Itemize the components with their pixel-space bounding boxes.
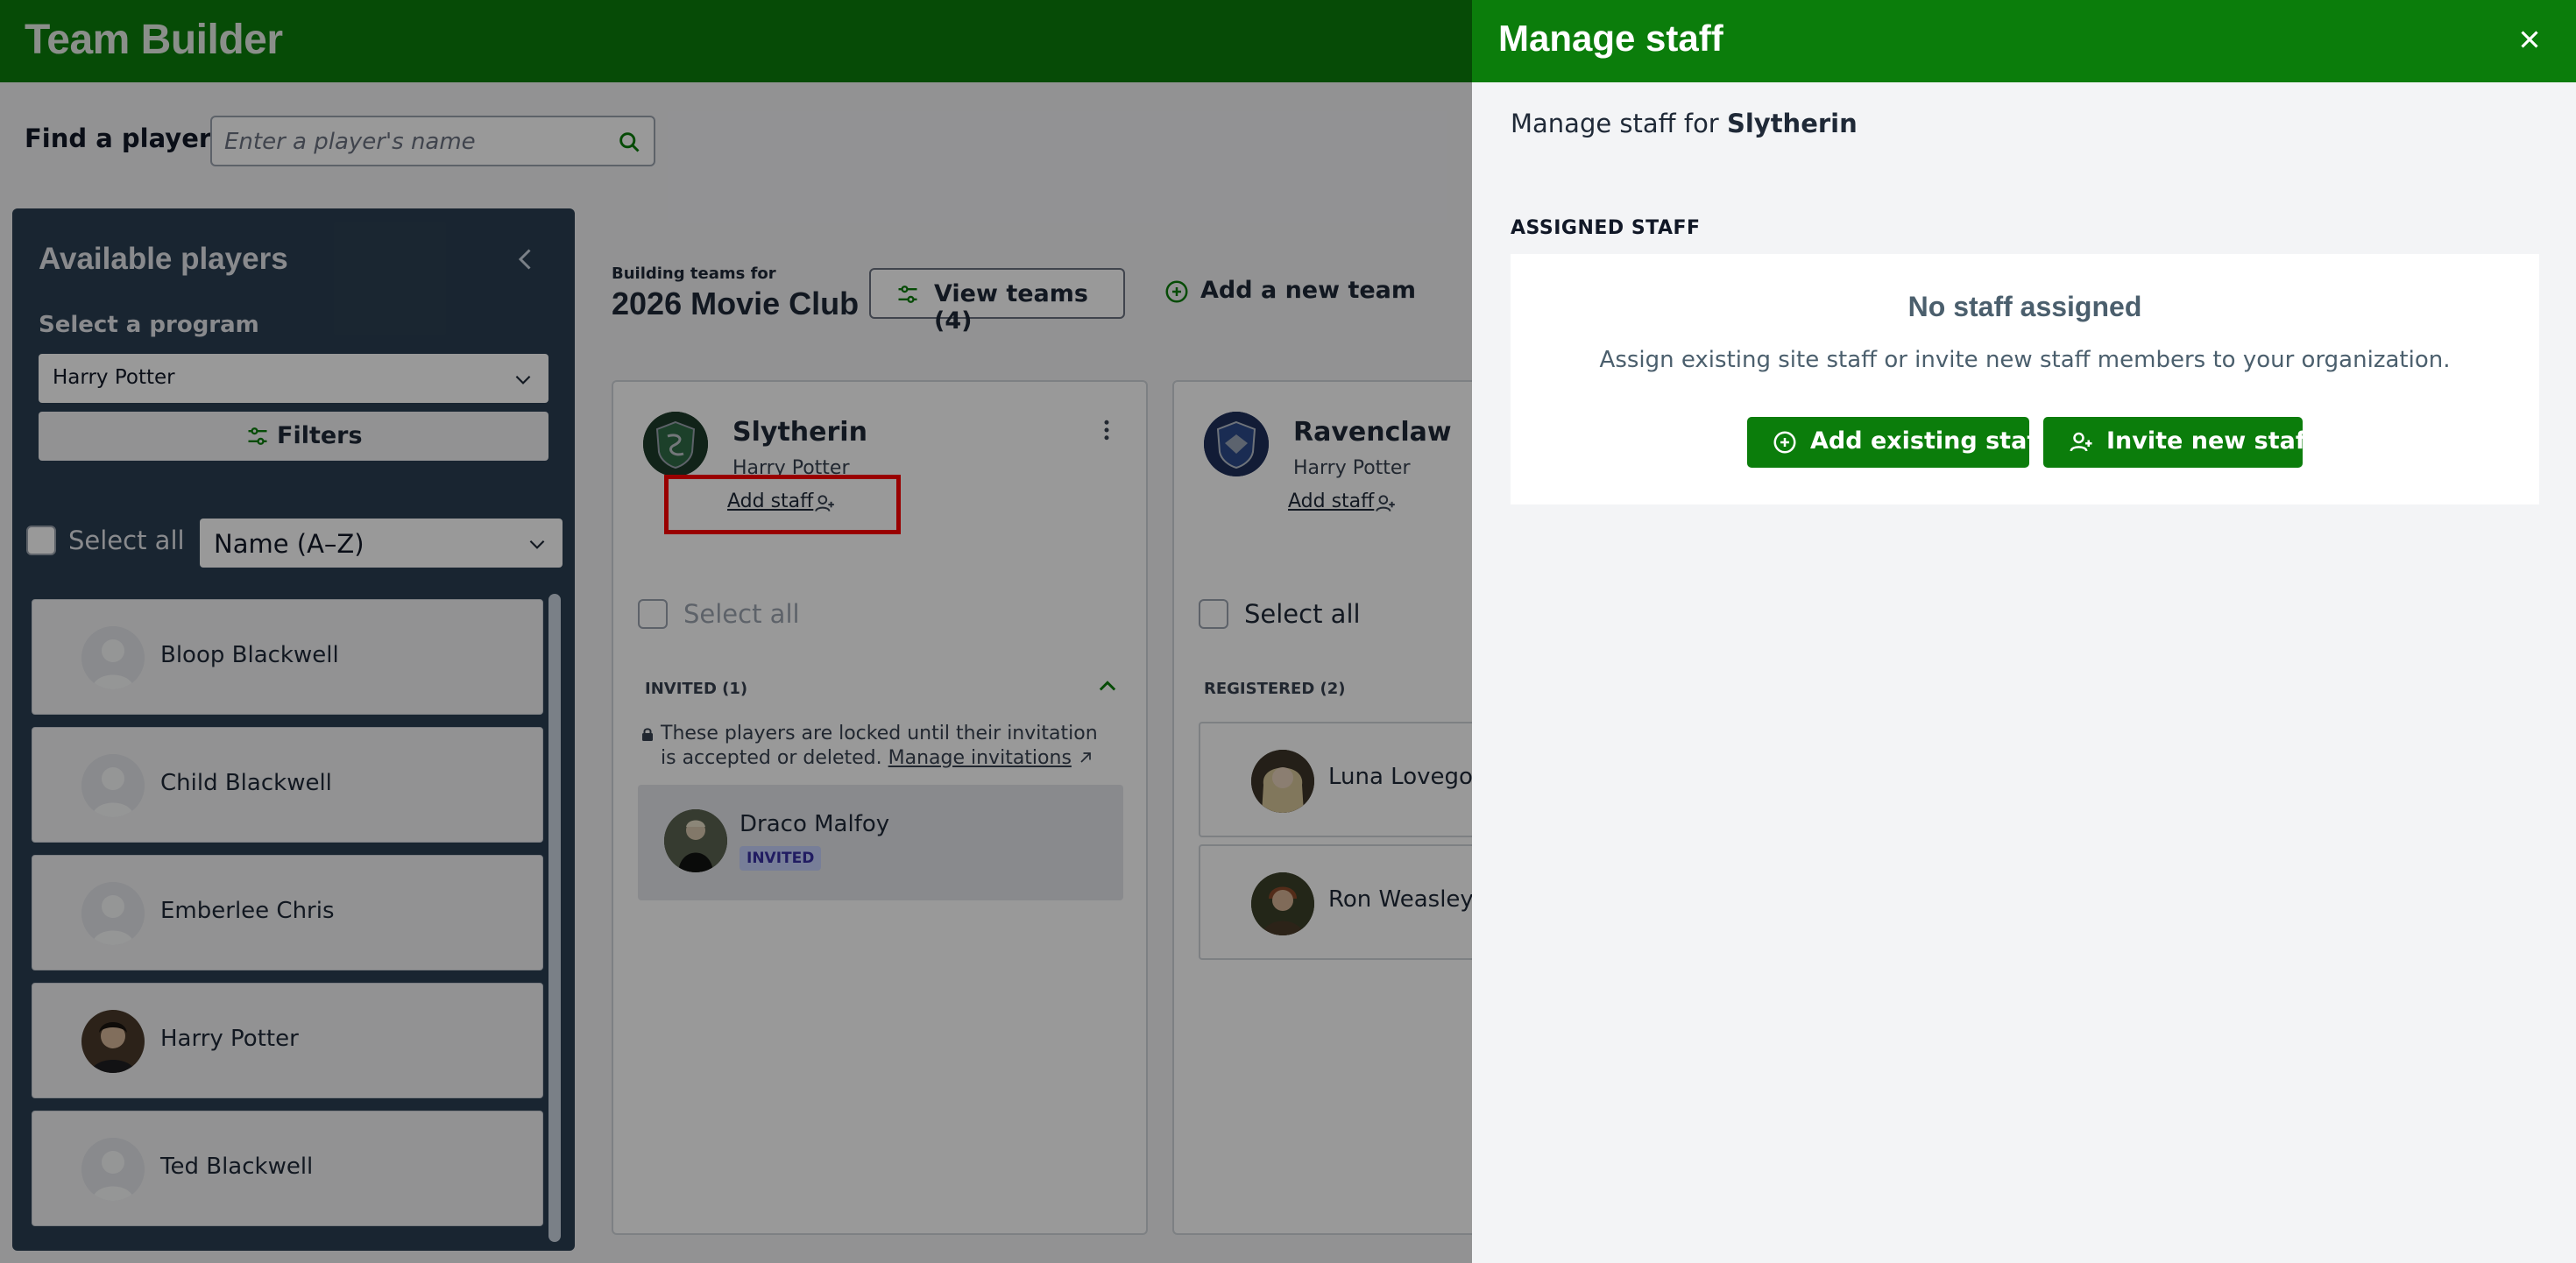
invite-new-staff-label: Invite new staff [2106,427,2315,455]
close-icon[interactable] [2515,25,2544,54]
drawer-subtitle: Manage staff for Slytherin [1511,109,1858,138]
user-plus-icon [2070,432,2092,452]
add-existing-staff-button[interactable]: Add existing staff [1747,417,2046,468]
empty-description: Assign existing site staff or invite new… [1599,347,2451,373]
empty-title: No staff assigned [1907,291,2142,322]
drawer-subtitle-prefix: Manage staff for [1511,109,1719,138]
plus-circle-icon [1773,431,1796,454]
no-staff-card: No staff assigned Assign existing site s… [1511,254,2539,504]
invite-new-staff-button[interactable]: Invite new staff [2043,417,2315,468]
drawer-team-name: Slytherin [1726,109,1858,138]
manage-staff-drawer: Manage staff Manage staff for Slytherin … [1472,0,2576,1263]
modal-overlay[interactable] [0,0,1472,1263]
assigned-staff-label: ASSIGNED STAFF [1511,217,1701,239]
add-existing-staff-label: Add existing staff [1810,427,2047,455]
drawer-header: Manage staff [1472,0,2576,82]
drawer-title: Manage staff [1498,18,1723,59]
